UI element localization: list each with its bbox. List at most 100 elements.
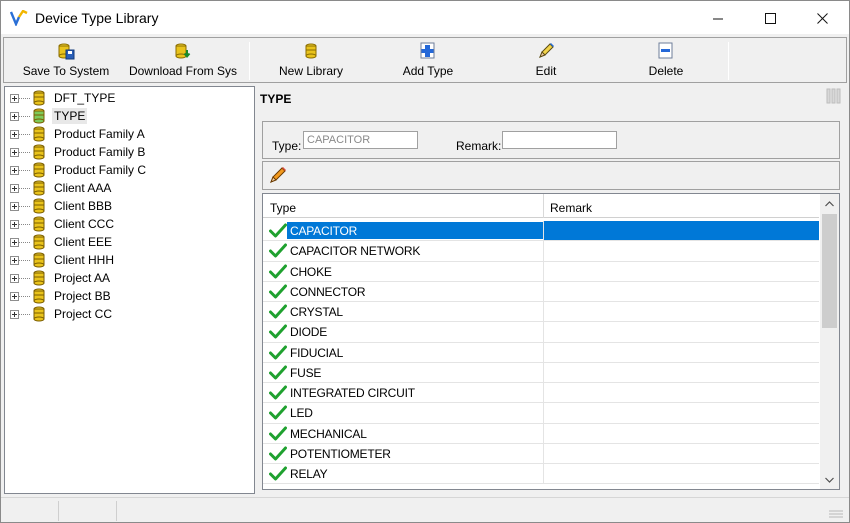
table-row[interactable]: CAPACITOR NETWORK (263, 241, 819, 262)
table-row[interactable]: INTEGRATED CIRCUIT (263, 383, 819, 404)
grid-header: Type Remark (263, 194, 819, 218)
panel-title: TYPE (260, 92, 292, 106)
type-cell[interactable]: POTENTIOMETER (287, 445, 543, 462)
column-header-type[interactable]: Type (270, 201, 296, 215)
expand-icon[interactable] (10, 273, 19, 283)
expand-icon[interactable] (10, 183, 19, 193)
expand-icon[interactable] (10, 291, 19, 301)
tree-item[interactable]: Client HHH (10, 251, 116, 269)
remark-cell[interactable] (543, 443, 819, 463)
type-cell[interactable]: CRYSTAL (287, 303, 543, 320)
tree-item[interactable]: Product Family A (10, 125, 147, 143)
type-cell[interactable]: CHOKE (287, 263, 543, 280)
tree-item[interactable]: Product Family B (10, 143, 147, 161)
scroll-thumb[interactable] (822, 214, 837, 328)
remark-cell[interactable] (543, 281, 819, 301)
expand-icon[interactable] (10, 93, 19, 103)
remark-cell[interactable] (543, 362, 819, 382)
expand-icon[interactable] (10, 111, 19, 121)
expand-icon[interactable] (10, 237, 19, 247)
expand-icon[interactable] (10, 201, 19, 211)
type-cell[interactable]: CAPACITOR NETWORK (287, 242, 543, 259)
tree-item[interactable]: Client BBB (10, 197, 114, 215)
table-row[interactable]: CONNECTOR (263, 281, 819, 302)
delete-button[interactable]: Delete (629, 40, 703, 80)
table-row[interactable]: CRYSTAL (263, 302, 819, 323)
remark-cell[interactable] (543, 383, 819, 403)
edit-icon (539, 43, 554, 58)
remark-cell[interactable] (543, 342, 819, 362)
type-grid[interactable]: Type Remark CAPACITOR CAPACITOR NETWORK CH… (262, 193, 840, 490)
column-header-remark[interactable]: Remark (550, 201, 592, 215)
remark-cell[interactable] (543, 302, 819, 322)
remark-cell[interactable] (543, 322, 819, 342)
type-cell[interactable]: DIODE (287, 323, 543, 340)
tree-item[interactable]: TYPE (10, 107, 88, 125)
expand-icon[interactable] (10, 129, 19, 139)
type-cell[interactable]: CAPACITOR (287, 222, 543, 239)
remark-cell[interactable] (543, 261, 819, 281)
tree-item[interactable]: DFT_TYPE (10, 89, 117, 107)
window-title: Device Type Library (35, 10, 159, 26)
table-row[interactable]: POTENTIOMETER (263, 443, 819, 464)
table-row[interactable]: CAPACITOR (263, 221, 819, 242)
new-library-button[interactable]: New Library (266, 40, 356, 80)
table-row[interactable]: FUSE (263, 362, 819, 383)
table-row[interactable]: LED (263, 403, 819, 424)
status-bar (1, 497, 849, 522)
tree-connector (19, 151, 30, 153)
table-row[interactable]: MECHANICAL (263, 423, 819, 444)
scroll-up-button[interactable] (820, 195, 839, 212)
tree-item[interactable]: Project CC (10, 305, 114, 323)
close-button[interactable] (799, 1, 845, 35)
type-cell[interactable]: FUSE (287, 364, 543, 381)
table-row[interactable]: CHOKE (263, 261, 819, 282)
table-row[interactable]: RELAY (263, 464, 819, 485)
resize-grip-icon[interactable] (829, 508, 843, 518)
type-input[interactable] (303, 131, 418, 149)
remark-input[interactable] (502, 131, 617, 149)
type-cell[interactable]: CONNECTOR (287, 283, 543, 300)
minimize-button[interactable] (695, 1, 741, 35)
tree-item[interactable]: Project BB (10, 287, 113, 305)
expand-icon[interactable] (10, 219, 19, 229)
remark-cell[interactable] (543, 423, 819, 443)
save-to-system-button[interactable]: Save To System (16, 40, 116, 80)
expand-icon[interactable] (10, 147, 19, 157)
table-row[interactable]: DIODE (263, 322, 819, 343)
add-type-button[interactable]: Add Type (388, 40, 468, 80)
expand-icon[interactable] (10, 309, 19, 319)
tree-item[interactable]: Product Family C (10, 161, 148, 179)
scroll-down-button[interactable] (820, 471, 839, 488)
type-cell[interactable]: MECHANICAL (287, 425, 543, 442)
type-cell[interactable]: LED (287, 404, 543, 421)
remark-cell[interactable] (543, 241, 819, 261)
table-row[interactable]: FIDUCIAL (263, 342, 819, 363)
remark-cell[interactable] (543, 403, 819, 423)
remark-cell[interactable] (543, 464, 819, 484)
tree-item[interactable]: Project AA (10, 269, 112, 287)
new-library-label: New Library (278, 64, 344, 78)
column-divider[interactable] (543, 194, 544, 218)
status-cell (1, 501, 59, 521)
remark-cell[interactable] (543, 221, 819, 241)
maximize-icon (764, 12, 776, 24)
tree-item[interactable]: Client CCC (10, 215, 116, 233)
expand-icon[interactable] (10, 165, 19, 175)
type-cell[interactable]: INTEGRATED CIRCUIT (287, 384, 543, 401)
tree-connector (19, 259, 30, 261)
toolbar: Save To System Download From Sys New Lib… (3, 37, 847, 83)
pencil-icon[interactable] (269, 166, 287, 184)
download-from-sys-button[interactable]: Download From Sys (124, 40, 242, 80)
type-cell[interactable]: RELAY (287, 465, 543, 482)
tree-item-label: DFT_TYPE (54, 91, 116, 105)
panel-grip-icon[interactable] (826, 88, 842, 104)
maximize-button[interactable] (747, 1, 793, 35)
tree-item[interactable]: Client EEE (10, 233, 114, 251)
expand-icon[interactable] (10, 255, 19, 265)
library-tree[interactable]: DFT_TYPE TYPE Product Family A Product Fami… (4, 86, 255, 494)
tree-item[interactable]: Client AAA (10, 179, 113, 197)
type-cell[interactable]: FIDUCIAL (287, 344, 543, 361)
edit-button[interactable]: Edit (516, 40, 576, 80)
vertical-scrollbar[interactable] (820, 194, 839, 489)
